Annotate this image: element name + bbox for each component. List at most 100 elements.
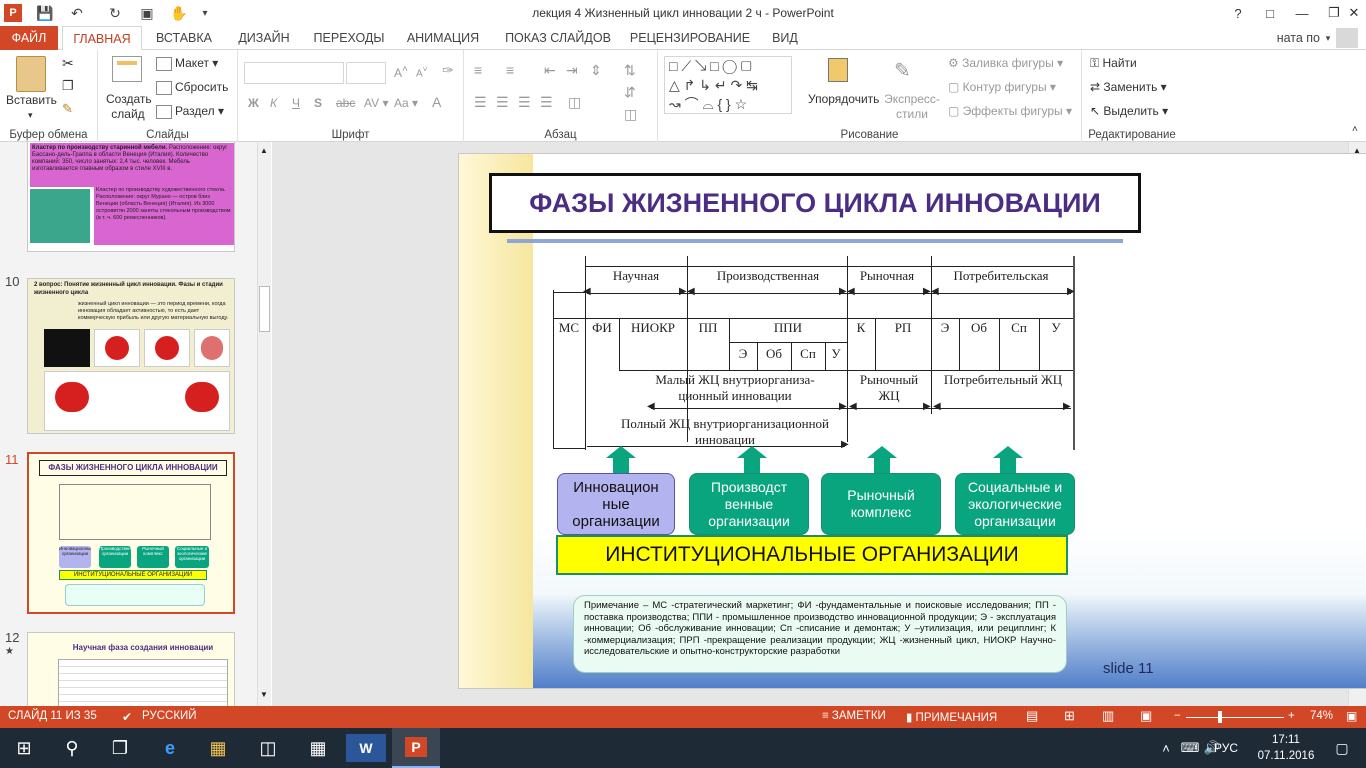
arrange-icon[interactable] [828, 58, 848, 82]
thumbnail-scrollbar[interactable]: ▲ ▼ [257, 142, 271, 706]
zoom-slider[interactable] [1186, 717, 1284, 718]
windows-start-icon[interactable]: ⊞ [0, 728, 48, 768]
format-painter-icon[interactable]: ✎ [62, 101, 73, 117]
quick-styles-icon[interactable]: ✎ [894, 58, 911, 83]
shrink-font-button[interactable]: A˅ [416, 64, 428, 79]
market-complex-box[interactable]: Рыночный комплекс [821, 473, 941, 535]
replace-button[interactable]: ⇄ Заменить ▾ [1090, 80, 1167, 94]
tab-file[interactable]: ФАЙЛ [0, 26, 58, 50]
tab-transitions[interactable]: ПЕРЕХОДЫ [308, 26, 390, 50]
decrease-indent-icon[interactable]: ⇤ [544, 62, 556, 79]
slide-thumbnail-9[interactable]: Кластер по производству старинной мебели… [27, 142, 235, 252]
increase-indent-icon[interactable]: ⇥ [566, 62, 578, 79]
word-icon[interactable]: W [346, 734, 386, 762]
columns-icon[interactable]: ◫ [568, 94, 581, 111]
task-view-icon[interactable]: ❐ [96, 728, 144, 768]
help-button[interactable]: ? [1222, 0, 1254, 26]
new-slide-icon[interactable] [112, 56, 142, 82]
slide-canvas[interactable]: ФАЗЫ ЖИЗНЕННОГО ЦИКЛА ИННОВАЦИИ Научная … [458, 153, 1366, 689]
search-icon[interactable]: ⚲ [48, 728, 96, 768]
align-center-icon[interactable]: ☰ [496, 94, 509, 111]
input-language[interactable]: РУС [1206, 728, 1246, 768]
slide-title[interactable]: ФАЗЫ ЖИЗНЕННОГО ЦИКЛА ИННОВАЦИИ [489, 173, 1141, 233]
justify-icon[interactable]: ☰ [540, 94, 553, 111]
paste-icon[interactable] [16, 56, 46, 92]
scroll-thumb[interactable] [259, 286, 270, 332]
slide-thumbnail-10[interactable]: 2 вопрос: Понятие жизненный цикл инновац… [27, 278, 235, 434]
scroll-up-icon[interactable]: ▲ [260, 146, 268, 155]
tab-design[interactable]: ДИЗАЙН [228, 26, 300, 50]
font-family-input[interactable] [244, 62, 344, 84]
user-name[interactable]: ната по [1250, 26, 1320, 50]
smartart-icon[interactable]: ◫ [624, 106, 637, 123]
tab-review[interactable]: РЕЦЕНЗИРОВАНИЕ [628, 26, 752, 50]
align-right-icon[interactable]: ☰ [518, 94, 531, 111]
slide-counter[interactable]: СЛАЙД 11 ИЗ 35 [8, 710, 97, 722]
reading-view-icon[interactable]: ▥ [1102, 708, 1114, 724]
change-case-button[interactable]: Aa ▾ [394, 96, 418, 110]
tab-view[interactable]: ВИД [762, 26, 808, 50]
tab-insert[interactable]: ВСТАВКА [148, 26, 220, 50]
quick-styles-button[interactable]: Экспресс-стили [880, 92, 944, 122]
italic-button[interactable]: К [270, 96, 277, 110]
strikethrough-button[interactable]: abc [336, 96, 355, 110]
numbering-icon[interactable]: ≡ [506, 62, 514, 78]
line-spacing-icon[interactable]: ⇕ [590, 62, 602, 79]
paste-button[interactable]: Вставить [6, 93, 57, 107]
bold-button[interactable]: Ж [248, 96, 259, 110]
lifecycle-diagram[interactable]: Научная Производственная Рыночная Потреб… [553, 256, 1083, 450]
underline-button[interactable]: Ч [292, 96, 300, 110]
shape-effects-button[interactable]: ▢ Эффекты фигуры ▾ [948, 104, 1072, 118]
copy-icon[interactable]: ❐ [62, 78, 74, 94]
text-direction-icon[interactable]: ⇅ [624, 62, 636, 79]
comments-button[interactable]: ▮ ПРИМЕЧАНИЯ [906, 710, 997, 724]
language-indicator[interactable]: РУССКИЙ [142, 710, 197, 722]
production-orgs-box[interactable]: Производст венные организации [689, 473, 809, 535]
slide-sorter-icon[interactable]: ⊞ [1064, 708, 1075, 724]
zoom-in-icon[interactable]: + [1288, 710, 1295, 722]
slideshow-view-icon[interactable]: ▣ [1140, 708, 1152, 724]
powerpoint-taskbar-icon[interactable]: P [392, 728, 440, 768]
slide-thumbnail-12[interactable]: Научная фаза создания инновации [27, 632, 235, 706]
close-button[interactable]: ✕ [1342, 0, 1366, 26]
tab-slideshow[interactable]: ПОКАЗ СЛАЙДОВ [498, 26, 618, 50]
font-color-icon[interactable]: A [432, 94, 441, 110]
legend-note[interactable]: Примечание – МС -стратегический маркетин… [573, 595, 1067, 673]
social-orgs-box[interactable]: Социальные и экологические организации [955, 473, 1075, 535]
notes-button[interactable]: ≡ ЗАМЕТКИ [822, 710, 886, 722]
store-icon[interactable]: ◫ [244, 728, 292, 768]
user-menu-chevron-icon[interactable]: ▾ [1322, 26, 1334, 50]
shapes-gallery[interactable]: □ ⟋ ↘ □ ◯ ▢ △ ↱ ↳ ↵ ↷ ↹ ↝ ⌒ ⌓ { } ☆ [664, 56, 792, 114]
clock[interactable]: 17:11 07.11.2016 [1256, 732, 1316, 764]
innovation-orgs-box[interactable]: Инновацион ные организации [557, 473, 675, 535]
paste-chevron-icon[interactable]: ▾ [28, 110, 33, 121]
layout-button[interactable]: Макет ▾ [156, 56, 218, 71]
fit-slide-icon[interactable]: ▣ [1346, 709, 1357, 723]
arrange-button[interactable]: Упорядочить [808, 92, 879, 106]
shape-fill-button[interactable]: ⚙ Заливка фигуры ▾ [948, 56, 1063, 70]
shape-outline-button[interactable]: ▢ Контур фигуры ▾ [948, 80, 1056, 94]
zoom-out-icon[interactable]: − [1174, 710, 1181, 722]
reset-button[interactable]: Сбросить [156, 80, 228, 95]
minimize-button[interactable]: — [1286, 0, 1318, 26]
char-spacing-button[interactable]: AV ▾ [364, 96, 388, 110]
tab-home[interactable]: ГЛАВНАЯ [62, 26, 142, 51]
calculator-icon[interactable]: ▦ [294, 728, 342, 768]
font-size-input[interactable] [346, 62, 386, 84]
edge-icon[interactable]: e [146, 728, 194, 768]
scroll-down-icon[interactable]: ▼ [260, 690, 268, 699]
find-button[interactable]: ⚿ Найти [1090, 56, 1137, 71]
slide-thumbnail-11[interactable]: ФАЗЫ ЖИЗНЕННОГО ЦИКЛА ИННОВАЦИИ Инноваци… [27, 452, 235, 614]
tab-animation[interactable]: АНИМАЦИЯ [398, 26, 488, 50]
notifications-icon[interactable]: ▢ [1318, 728, 1366, 768]
file-explorer-icon[interactable]: ▦ [194, 728, 242, 768]
institutional-orgs-box[interactable]: ИНСТИТУЦИОНАЛЬНЫЕ ОРГАНИЗАЦИИ [556, 535, 1068, 575]
zoom-level[interactable]: 74% [1310, 710, 1333, 722]
align-left-icon[interactable]: ☰ [474, 94, 487, 111]
normal-view-icon[interactable]: ▤ [1026, 708, 1038, 724]
select-button[interactable]: ↖ Выделить ▾ [1090, 104, 1168, 118]
zoom-slider-thumb[interactable] [1218, 711, 1222, 723]
ribbon-display-options-icon[interactable]: □ [1254, 0, 1286, 26]
collapse-ribbon-icon[interactable]: ˄ [1352, 124, 1358, 135]
section-button[interactable]: Раздел ▾ [156, 104, 224, 119]
